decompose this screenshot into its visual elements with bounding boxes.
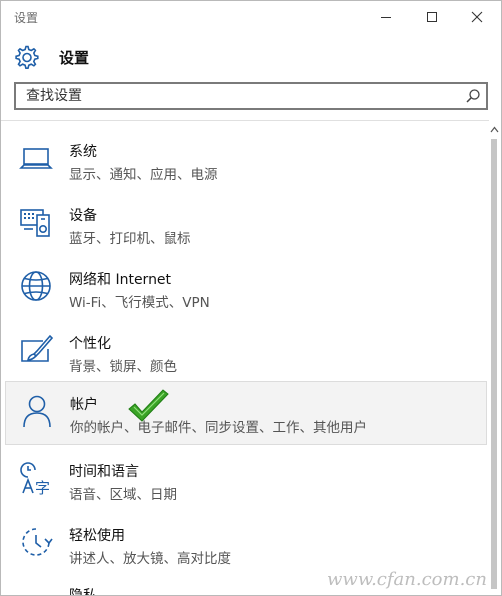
category-accounts[interactable]: 帐户 你的帐户、电子邮件、同步设置、工作、其他用户 bbox=[5, 381, 487, 445]
category-system[interactable]: 系统 显示、通知、应用、电源 bbox=[5, 129, 487, 191]
category-name: 设备 bbox=[69, 208, 97, 224]
category-devices[interactable]: 设备 蓝牙、打印机、鼠标 bbox=[5, 193, 487, 255]
gear-icon bbox=[15, 45, 39, 69]
scrollbar[interactable] bbox=[489, 125, 499, 591]
close-icon bbox=[471, 11, 483, 23]
personalization-icon bbox=[21, 334, 53, 362]
category-name: 轻松使用 bbox=[69, 528, 125, 544]
category-name: 网络和 Internet bbox=[69, 272, 172, 288]
category-description: 蓝牙、打印机、鼠标 bbox=[69, 231, 191, 247]
search-input[interactable] bbox=[16, 84, 466, 108]
search-icon[interactable] bbox=[464, 87, 482, 105]
category-description: 语音、区域、日期 bbox=[69, 487, 177, 503]
maximize-icon bbox=[427, 12, 437, 22]
window-title: 设置 bbox=[14, 11, 39, 25]
svg-text:字: 字 bbox=[35, 479, 50, 495]
scroll-up-arrow-icon[interactable] bbox=[490, 125, 499, 135]
devices-icon bbox=[20, 209, 50, 237]
category-description: Wi-Fi、飞行模式、VPN bbox=[69, 295, 210, 311]
person-icon bbox=[23, 395, 51, 428]
category-time-language[interactable]: 字 时间和语言 语音、区域、日期 bbox=[5, 449, 487, 511]
search-box[interactable] bbox=[14, 82, 488, 110]
laptop-icon bbox=[19, 148, 53, 169]
globe-icon bbox=[21, 271, 51, 301]
category-name: 系统 bbox=[69, 144, 97, 160]
category-name: 帐户 bbox=[70, 397, 98, 413]
category-description: 背景、锁屏、颜色 bbox=[69, 359, 177, 375]
category-description: 你的帐户、电子邮件、同步设置、工作、其他用户 bbox=[70, 420, 367, 436]
maximize-button[interactable] bbox=[410, 1, 454, 33]
settings-header: 设置 bbox=[13, 41, 89, 73]
minimize-button[interactable] bbox=[364, 1, 408, 33]
ease-of-access-icon bbox=[22, 528, 53, 556]
category-name: 隐私 bbox=[69, 588, 97, 596]
close-button[interactable] bbox=[455, 1, 499, 33]
cfan-watermark: www.cfan.com.cn bbox=[327, 569, 487, 590]
category-description: 讲述人、放大镜、高对比度 bbox=[69, 551, 231, 567]
category-description: 显示、通知、应用、电源 bbox=[69, 167, 218, 183]
green-checkmark-icon bbox=[128, 389, 169, 422]
page-title: 设置 bbox=[59, 48, 90, 67]
time-language-icon: 字 bbox=[20, 462, 50, 495]
category-name: 时间和语言 bbox=[69, 464, 139, 480]
title-bar: 设置 bbox=[1, 1, 501, 33]
header-divider bbox=[1, 120, 489, 121]
category-network-internet[interactable]: 网络和 Internet Wi-Fi、飞行模式、VPN bbox=[5, 257, 487, 319]
watermark-text: www.cfan.com.cn bbox=[327, 569, 487, 590]
scrollbar-thumb[interactable] bbox=[491, 139, 497, 589]
category-personalization[interactable]: 个性化 背景、锁屏、颜色 bbox=[5, 321, 487, 383]
category-name: 个性化 bbox=[69, 336, 111, 352]
settings-window: 设置 设置 查找设置 系统 显示、通知、应用、电源 设备 蓝牙、打印机、鼠标 网… bbox=[0, 0, 502, 596]
minimize-icon bbox=[381, 17, 391, 18]
